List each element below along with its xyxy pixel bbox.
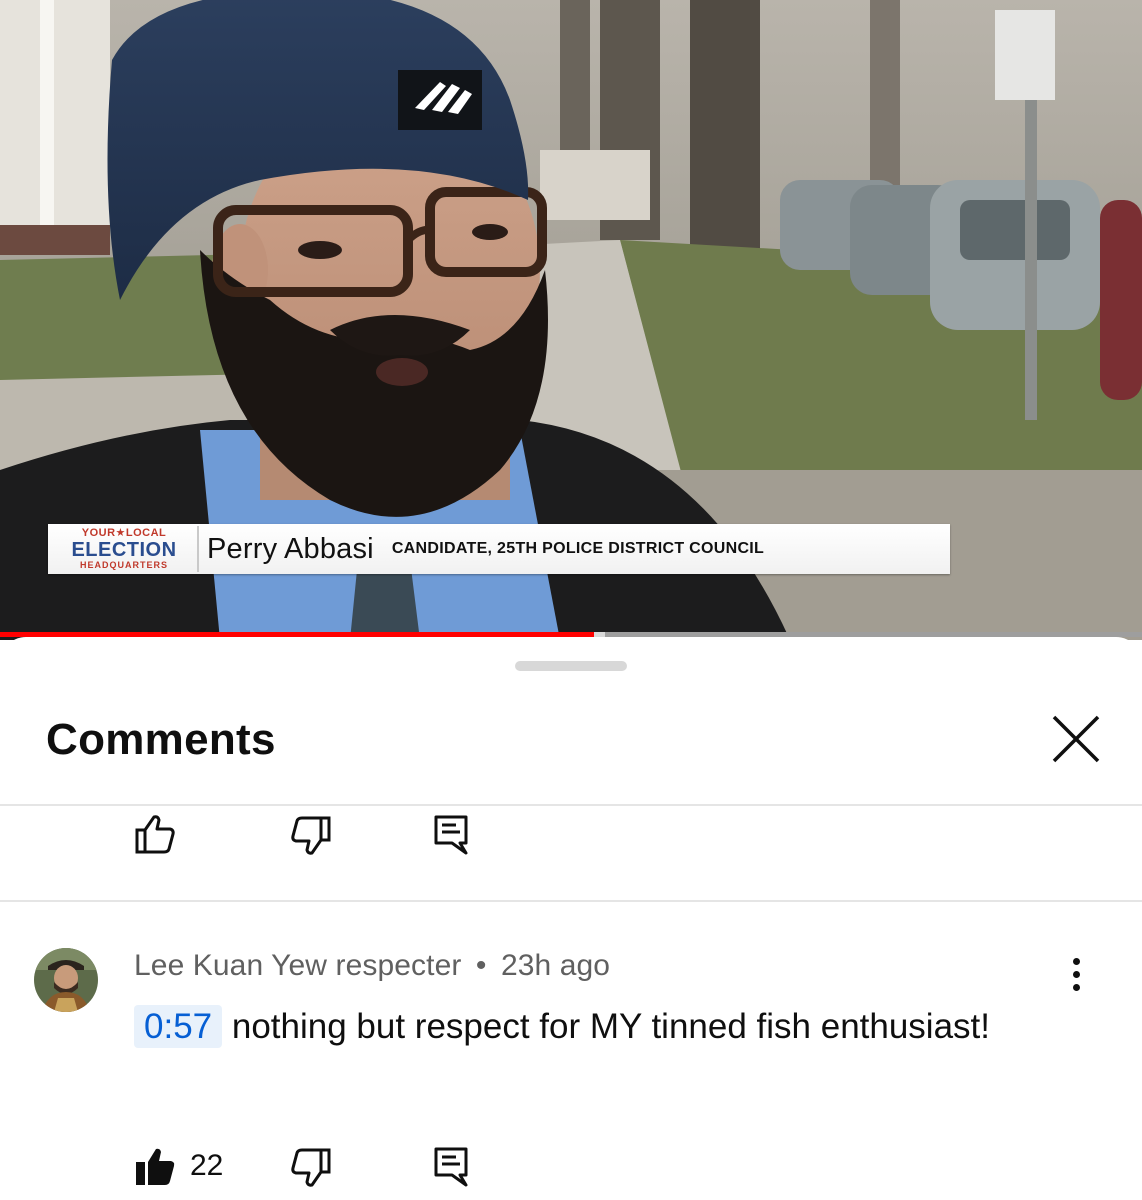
meta-separator: • [475,949,487,982]
previous-comment-actions [0,813,1142,863]
comment-text: 0:57 nothing but respect for MY tinned f… [134,997,1034,1057]
lower-third-name: Perry Abbasi [207,532,374,565]
comment-timestamp-link[interactable]: 0:57 [134,1005,223,1048]
comment-actions: 22 [0,1145,1142,1195]
thumbs-up-filled-icon [136,1148,175,1185]
dislike-button[interactable] [290,1147,332,1189]
more-vertical-icon-dot [1072,970,1080,978]
dislike-button[interactable] [290,815,332,857]
comment-menu-button[interactable] [1058,949,1094,999]
thumbs-down-outline-icon [291,816,331,855]
close-icon [1052,715,1100,763]
comment-meta: Lee Kuan Yew respecter • 23h ago [134,949,610,983]
more-vertical-icon-dot [1072,983,1080,991]
header-divider [0,804,1142,806]
reply-button[interactable] [434,815,468,855]
like-button[interactable] [134,813,176,855]
reply-icon [434,1147,468,1187]
close-button[interactable] [1046,709,1106,769]
lower-third-title: CANDIDATE, 25TH POLICE DISTRICT COUNCIL [391,540,765,557]
sheet-drag-handle[interactable] [515,661,627,671]
comment-text-body: nothing but respect for MY tinned fish e… [231,1007,990,1046]
reply-icon [434,815,468,855]
election-hq-logo: YOUR★LOCAL ELECTION HEADQUARTERS [51,526,199,572]
avatar[interactable] [34,948,98,1012]
comment-divider [0,900,1142,902]
logo-line-3: HEADQUARTERS [79,560,168,570]
reply-button[interactable] [434,1147,468,1187]
news-lower-third: YOUR★LOCAL ELECTION HEADQUARTERS Perry A… [48,524,950,574]
like-count: 22 [190,1149,224,1182]
comments-title: Comments [46,715,276,764]
thumbs-down-outline-icon [291,1148,331,1187]
logo-line-1: YOUR★LOCAL [81,527,167,539]
like-button[interactable]: 22 [134,1145,223,1187]
comment-time: 23h ago [500,949,611,982]
avatar-image [34,948,98,1012]
logo-line-2: ELECTION [71,539,177,561]
thumbs-up-outline-icon [135,815,175,854]
comment-author[interactable]: Lee Kuan Yew respecter [134,949,461,982]
more-vertical-icon [1072,957,1080,965]
video-player[interactable]: YOUR★LOCAL ELECTION HEADQUARTERS Perry A… [0,0,1142,640]
comments-sheet: Comments Lee Kuan Yew respecter • 23h ag… [0,637,1142,1200]
